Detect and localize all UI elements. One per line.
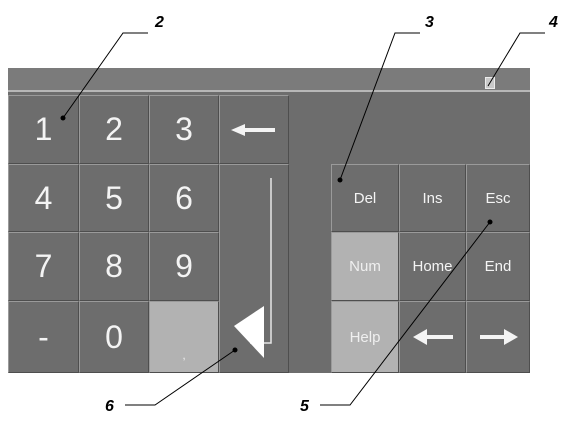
callout-6: 6	[105, 398, 114, 415]
callout-4: 4	[549, 14, 558, 31]
callout-3: 3	[425, 14, 434, 31]
callout-5: 5	[300, 398, 309, 415]
callout-lines	[60, 32, 545, 406]
callout-2: 2	[155, 14, 164, 31]
